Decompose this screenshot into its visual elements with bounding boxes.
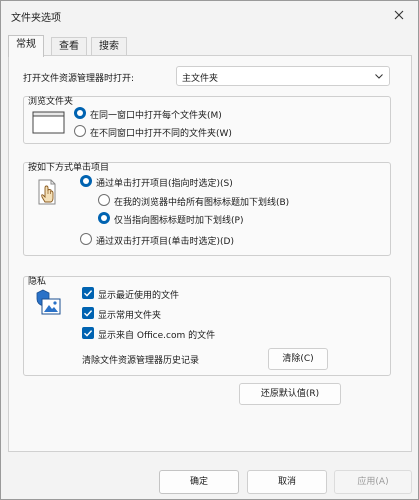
window-preview-icon — [32, 111, 65, 134]
new-window-radio[interactable] — [74, 125, 86, 137]
privacy-title: 隐私 — [28, 277, 47, 287]
browse-folders-title: 浏览文件夹 — [28, 97, 74, 107]
clear-history-label: 清除文件资源管理器历史记录 — [82, 356, 200, 366]
open-explorer-value: 主文件夹 — [182, 74, 219, 84]
privacy-group: 隐私 显示最近使用的文件 显示常用文件夹 显示来自 Office.com 的文件… — [23, 276, 391, 376]
underline-hover-radio[interactable] — [98, 212, 110, 224]
close-icon — [394, 10, 404, 20]
same-window-label: 在同一窗口中打开每个文件夹(M) — [90, 111, 222, 121]
close-button[interactable] — [386, 3, 412, 27]
frequent-folders-checkbox[interactable] — [82, 307, 94, 319]
open-explorer-label: 打开文件资源管理器时打开: — [23, 74, 135, 84]
same-window-radio[interactable] — [74, 107, 86, 119]
browse-folders-group: 浏览文件夹 在同一窗口中打开每个文件夹(M) 在不同窗口中打开不同的文件夹(W) — [23, 96, 391, 144]
privacy-icon — [36, 289, 61, 315]
tab-view[interactable]: 查看 — [51, 37, 87, 56]
tab-strip: 常规 查看 搜索 — [8, 35, 412, 57]
frequent-folders-label: 显示常用文件夹 — [98, 311, 162, 321]
click-items-title: 按如下方式单击项目 — [28, 163, 110, 173]
recent-files-label: 显示最近使用的文件 — [98, 291, 180, 301]
apply-button[interactable]: 应用(A) — [334, 470, 412, 494]
chevron-down-icon — [375, 74, 383, 79]
underline-hover-label: 仅当指向图标标题时加下划线(P) — [114, 216, 244, 226]
title-bar: 文件夹选项 — [1, 1, 418, 31]
office-files-label: 显示来自 Office.com 的文件 — [98, 331, 216, 341]
checkmark-icon — [84, 290, 93, 297]
restore-defaults-button[interactable]: 还原默认值(R) — [239, 383, 341, 405]
double-click-label: 通过双击打开项目(单击时选定)(D) — [96, 237, 234, 247]
single-click-radio[interactable] — [80, 175, 92, 187]
tab-search[interactable]: 搜索 — [91, 37, 127, 56]
click-items-group: 按如下方式单击项目 通过单击打开项目(指向时选定)(S) 在我的浏览器中给所有图… — [23, 162, 391, 256]
single-click-label: 通过单击打开项目(指向时选定)(S) — [96, 179, 233, 189]
cancel-button[interactable]: 取消 — [247, 470, 327, 494]
underline-always-radio[interactable] — [98, 194, 110, 206]
office-files-checkbox[interactable] — [82, 327, 94, 339]
ok-button[interactable]: 确定 — [159, 470, 239, 494]
checkmark-icon — [84, 330, 93, 337]
general-panel: 打开文件资源管理器时打开: 主文件夹 浏览文件夹 在同一窗口中打开每个文件夹(M… — [8, 55, 412, 452]
folder-options-window: 文件夹选项 常规 查看 搜索 打开文件资源管理器时打开: 主文件夹 浏览文件夹 — [0, 0, 419, 500]
tab-general[interactable]: 常规 — [8, 35, 44, 57]
recent-files-checkbox[interactable] — [82, 287, 94, 299]
clear-button[interactable]: 清除(C) — [268, 348, 328, 370]
window-title: 文件夹选项 — [11, 13, 61, 24]
open-explorer-dropdown[interactable]: 主文件夹 — [176, 66, 390, 86]
checkmark-icon — [84, 310, 93, 317]
click-pointer-icon — [38, 179, 56, 205]
underline-always-label: 在我的浏览器中给所有图标标题加下划线(B) — [114, 198, 290, 208]
double-click-radio[interactable] — [80, 233, 92, 245]
new-window-label: 在不同窗口中打开不同的文件夹(W) — [90, 129, 232, 139]
